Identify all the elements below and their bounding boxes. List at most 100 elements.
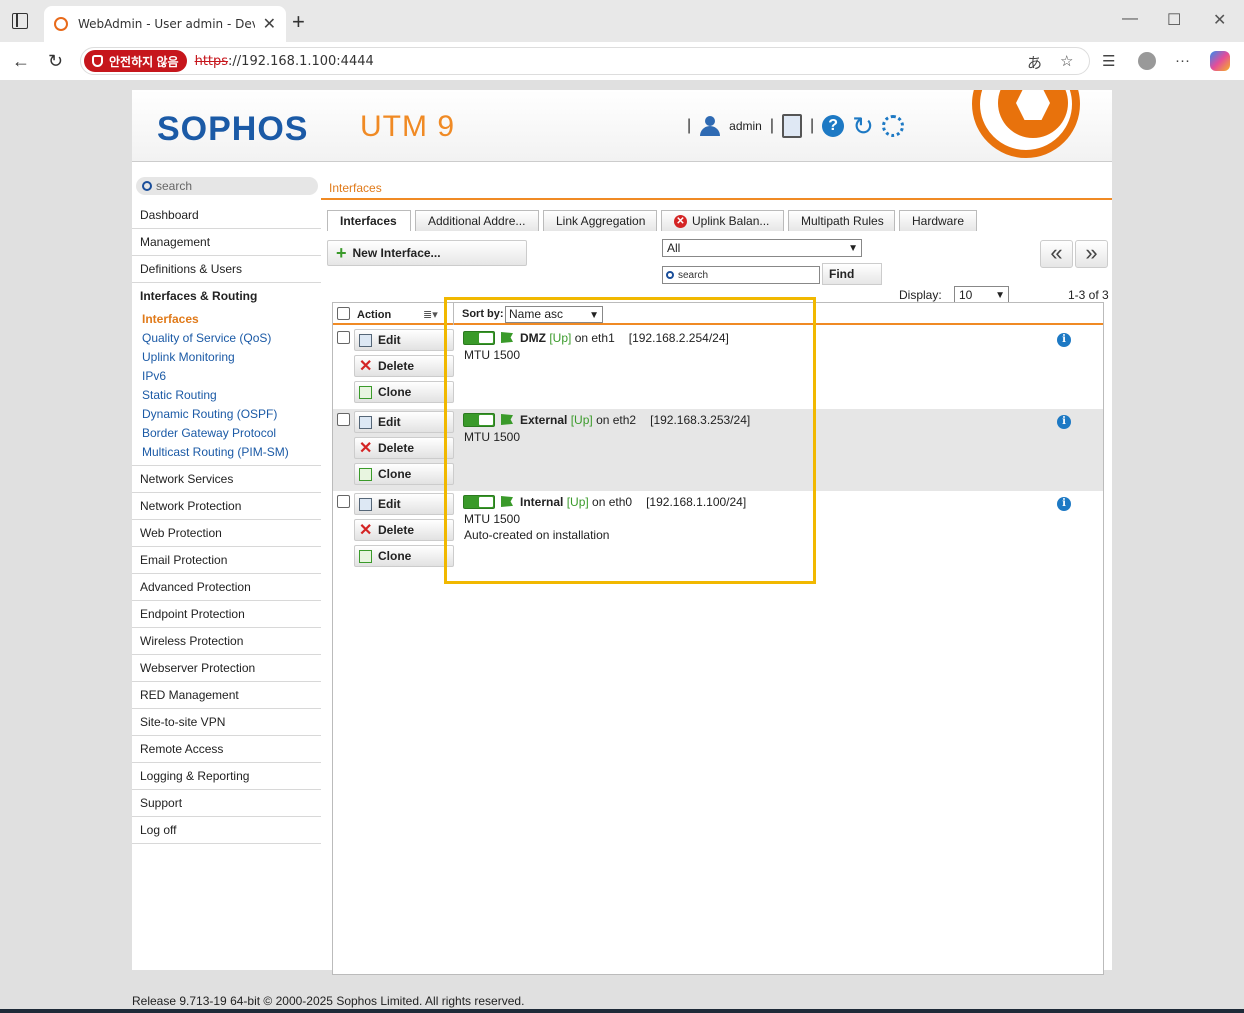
- sidebar-subitem-bgp[interactable]: Border Gateway Protocol: [132, 424, 321, 443]
- page-prev-button[interactable]: «: [1040, 240, 1073, 268]
- sidebar-subitem-qos[interactable]: Quality of Service (QoS): [132, 329, 321, 348]
- sidebar-item-site-to-site-vpn[interactable]: Site-to-site VPN: [132, 709, 321, 736]
- interface-name[interactable]: Internal: [520, 495, 563, 509]
- translate-icon[interactable]: あ: [1027, 52, 1042, 73]
- sidebar-subitem-ipv6[interactable]: IPv6: [132, 367, 321, 386]
- enable-toggle[interactable]: [463, 331, 495, 345]
- sidebar-item-definitions-users[interactable]: Definitions & Users: [132, 256, 321, 283]
- new-interface-button[interactable]: + New Interface...: [327, 240, 527, 266]
- row-checkbox[interactable]: [337, 331, 350, 344]
- column-divider: [453, 303, 454, 325]
- clone-button[interactable]: Clone: [354, 463, 454, 485]
- sidebar-item-network-services[interactable]: Network Services: [132, 466, 321, 493]
- sidebar-item-dashboard[interactable]: Dashboard: [132, 202, 321, 229]
- clone-button[interactable]: Clone: [354, 381, 454, 403]
- interface-address: [192.168.1.100/24]: [646, 495, 747, 509]
- utm-brand-icon: [972, 90, 1080, 158]
- clone-icon: [359, 467, 372, 481]
- row-checkbox[interactable]: [337, 413, 350, 426]
- sidebar-item-email-protection[interactable]: Email Protection: [132, 547, 321, 574]
- sidebar-subitem-static-routing[interactable]: Static Routing: [132, 386, 321, 405]
- window-close-icon[interactable]: ✕: [1213, 10, 1226, 30]
- type-filter-select[interactable]: All ▼: [662, 239, 862, 257]
- interface-name[interactable]: External: [520, 413, 567, 427]
- interface-mtu: MTU 1500: [464, 430, 521, 444]
- delete-button[interactable]: ✕ Delete: [354, 437, 454, 459]
- edit-button[interactable]: Edit: [354, 329, 454, 351]
- sidebar-item-red-management[interactable]: RED Management: [132, 682, 321, 709]
- interface-comment: Auto-created on installation: [464, 528, 610, 542]
- info-icon[interactable]: i: [1057, 497, 1071, 511]
- edit-button[interactable]: Edit: [354, 411, 454, 433]
- tab-hardware[interactable]: Hardware: [899, 210, 977, 231]
- user-name[interactable]: admin: [729, 119, 762, 133]
- edit-button[interactable]: Edit: [354, 493, 454, 515]
- sort-label: Sort by:: [462, 308, 504, 320]
- chevron-down-icon: ▼: [848, 243, 858, 254]
- sidebar-item-log-off[interactable]: Log off: [132, 817, 321, 844]
- sidebar-item-advanced-protection[interactable]: Advanced Protection: [132, 574, 321, 601]
- enable-toggle[interactable]: [463, 413, 495, 427]
- column-menu-icon[interactable]: ≣▾: [423, 308, 438, 321]
- help-icon[interactable]: ?: [822, 115, 845, 137]
- not-secure-badge[interactable]: 안전하지 않음: [84, 50, 187, 72]
- result-count: 1-3 of 3: [1068, 288, 1109, 302]
- edit-label: Edit: [378, 333, 401, 347]
- enable-toggle[interactable]: [463, 495, 495, 509]
- sidebar-subitem-interfaces[interactable]: Interfaces: [132, 310, 321, 329]
- tab-uplink-balancing[interactable]: ✕ Uplink Balan...: [661, 210, 784, 231]
- url-field[interactable]: 안전하지 않음 https://192.168.1.100:4444: [80, 47, 1090, 75]
- copilot-icon[interactable]: [1210, 51, 1230, 71]
- clone-button[interactable]: Clone: [354, 545, 454, 567]
- new-tab-button[interactable]: +: [292, 9, 305, 35]
- find-button[interactable]: Find: [822, 263, 882, 285]
- sidebar-subitem-uplink-monitoring[interactable]: Uplink Monitoring: [132, 348, 321, 367]
- more-menu-icon[interactable]: ···: [1175, 52, 1190, 69]
- clipboard-icon[interactable]: [782, 114, 802, 138]
- maximize-icon[interactable]: ☐: [1167, 10, 1181, 30]
- sidebar-subitem-ospf[interactable]: Dynamic Routing (OSPF): [132, 405, 321, 424]
- favorite-star-icon[interactable]: ☆: [1060, 52, 1073, 70]
- list-search-input[interactable]: search: [662, 266, 820, 284]
- tab-link-aggregation[interactable]: Link Aggregation: [543, 210, 657, 231]
- sort-select[interactable]: Name asc ▼: [505, 306, 603, 323]
- header-divider: [321, 198, 1112, 200]
- clone-icon: [359, 385, 372, 399]
- sidebar-item-support[interactable]: Support: [132, 790, 321, 817]
- row-checkbox[interactable]: [337, 495, 350, 508]
- sidebar-item-wireless-protection[interactable]: Wireless Protection: [132, 628, 321, 655]
- select-all-checkbox[interactable]: [337, 307, 350, 320]
- minimize-icon[interactable]: —: [1122, 10, 1138, 28]
- sidebar-item-remote-access[interactable]: Remote Access: [132, 736, 321, 763]
- tab-multipath-rules[interactable]: Multipath Rules: [788, 210, 895, 231]
- tab-interfaces[interactable]: Interfaces: [327, 210, 411, 231]
- sidebar-item-logging-reporting[interactable]: Logging & Reporting: [132, 763, 321, 790]
- back-icon[interactable]: ←: [12, 51, 30, 72]
- tab-additional-addresses[interactable]: Additional Addre...: [415, 210, 539, 231]
- delete-button[interactable]: ✕ Delete: [354, 519, 454, 541]
- sidebar-search-input[interactable]: search: [136, 177, 318, 195]
- info-icon[interactable]: i: [1057, 415, 1071, 429]
- delete-icon: ✕: [359, 439, 373, 457]
- clone-label: Clone: [378, 549, 412, 563]
- sidebar-item-endpoint-protection[interactable]: Endpoint Protection: [132, 601, 321, 628]
- edit-icon: [359, 415, 372, 429]
- page-next-button[interactable]: »: [1075, 240, 1108, 268]
- delete-button[interactable]: ✕ Delete: [354, 355, 454, 377]
- refresh-icon[interactable]: ↻: [48, 51, 63, 72]
- sidebar-item-web-protection[interactable]: Web Protection: [132, 520, 321, 547]
- profile-avatar[interactable]: [1138, 52, 1156, 70]
- sidebar-item-network-protection[interactable]: Network Protection: [132, 493, 321, 520]
- sidebar-item-management[interactable]: Management: [132, 229, 321, 256]
- interface-name[interactable]: DMZ: [520, 331, 546, 345]
- sidebar-subitem-multicast[interactable]: Multicast Routing (PIM-SM): [132, 443, 321, 462]
- interface-status: [Up]: [566, 495, 589, 509]
- info-icon[interactable]: i: [1057, 333, 1071, 347]
- sidebar-item-webserver-protection[interactable]: Webserver Protection: [132, 655, 321, 682]
- sidebar-item-interfaces-routing[interactable]: Interfaces & Routing: [132, 283, 321, 310]
- tab-close-icon[interactable]: ✕: [263, 14, 276, 34]
- window-menu-icon[interactable]: [12, 13, 28, 29]
- browser-tab[interactable]: WebAdmin - User admin - Device ✕: [44, 6, 286, 42]
- reload-icon[interactable]: ↻: [852, 113, 874, 139]
- favorites-list-icon[interactable]: ☰: [1102, 52, 1115, 70]
